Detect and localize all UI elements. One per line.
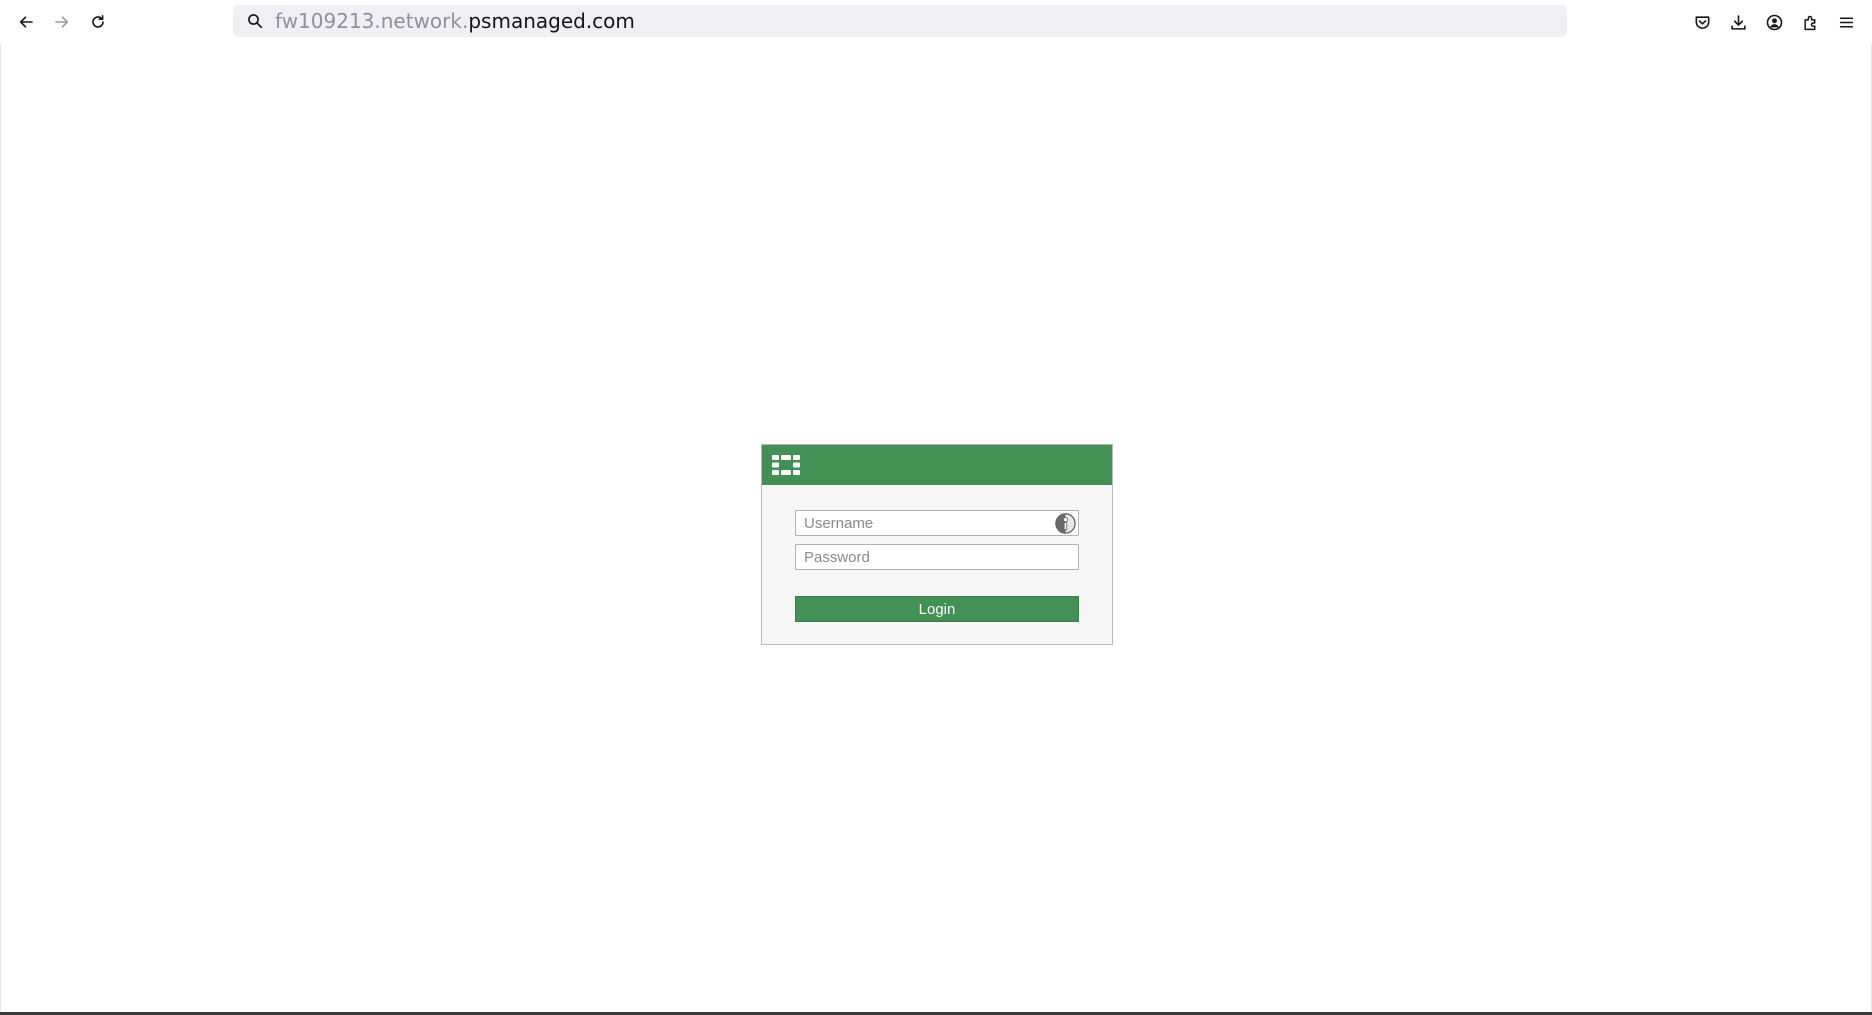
pocket-icon	[1695, 15, 1709, 29]
menu-icon	[1839, 16, 1853, 28]
back-button[interactable]	[10, 6, 42, 38]
reload-icon	[92, 15, 104, 28]
reload-button[interactable]	[82, 6, 114, 38]
downloads-button[interactable]	[1722, 6, 1754, 38]
url-subdomain: fw109213.network.	[275, 9, 469, 33]
extensions-icon	[1803, 15, 1815, 30]
account-icon	[1766, 14, 1782, 30]
arrow-right-icon	[55, 16, 69, 28]
login-header	[762, 445, 1112, 485]
app-menu-button[interactable]	[1830, 6, 1862, 38]
url-domain: psmanaged.com	[468, 9, 635, 33]
certificate-login-button[interactable]	[1055, 513, 1076, 534]
page-content: Login	[0, 44, 1872, 1015]
username-input[interactable]	[795, 510, 1079, 536]
forward-button[interactable]	[46, 6, 78, 38]
password-input[interactable]	[795, 544, 1079, 570]
pocket-button[interactable]	[1686, 6, 1718, 38]
login-button-label: Login	[918, 600, 956, 618]
login-button[interactable]: Login	[795, 596, 1079, 622]
extensions-button[interactable]	[1794, 6, 1826, 38]
certificate-login-icon	[1055, 513, 1076, 534]
browser-toolbar: fw109213.network.psmanaged.com	[0, 0, 1872, 44]
search-icon	[248, 14, 263, 29]
account-button[interactable]	[1758, 6, 1790, 38]
address-bar[interactable]: fw109213.network.psmanaged.com	[233, 5, 1567, 37]
login-panel: Login	[761, 444, 1113, 645]
arrow-left-icon	[19, 16, 33, 28]
download-icon	[1730, 14, 1746, 30]
fortinet-logo	[772, 455, 800, 475]
url-text: fw109213.network.psmanaged.com	[275, 5, 635, 37]
